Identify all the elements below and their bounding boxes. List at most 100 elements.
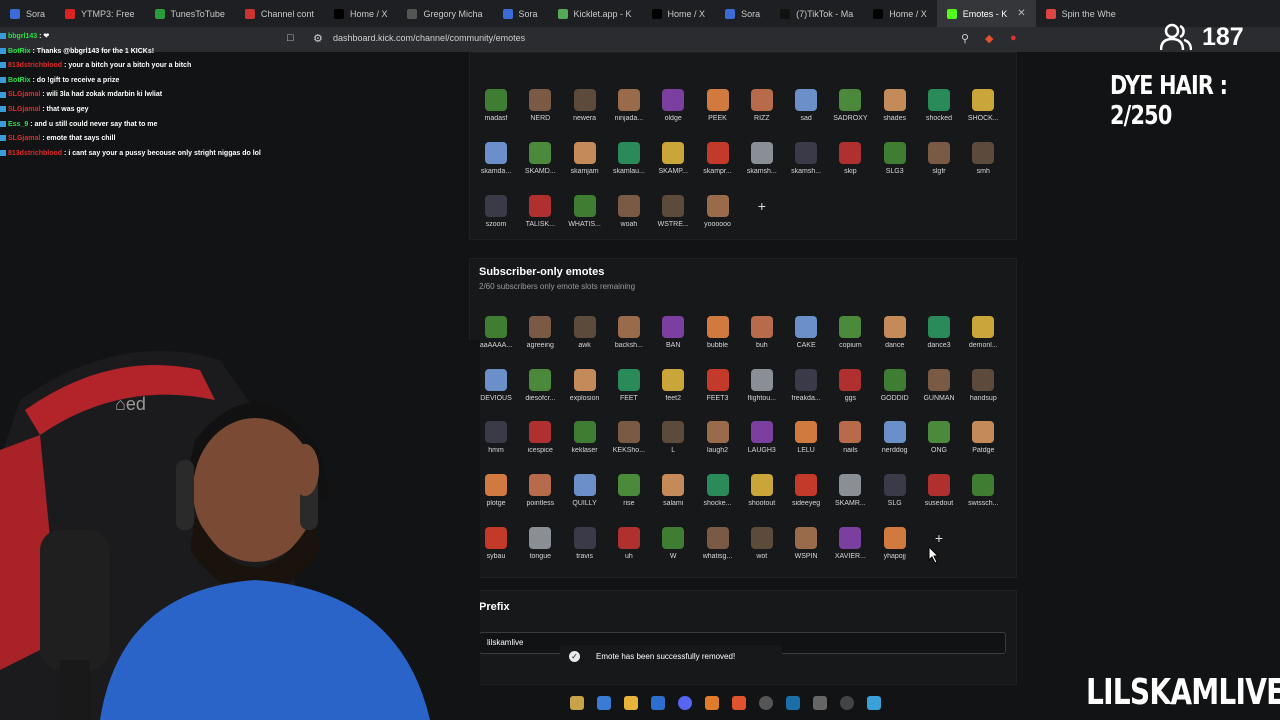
emote-item[interactable]: szoom (474, 195, 518, 228)
emote-item[interactable]: BAN (651, 316, 695, 349)
emote-item[interactable]: wot (740, 526, 784, 560)
emote-item[interactable]: KEKSho... (607, 421, 651, 454)
emote-item[interactable]: WSPIN (784, 526, 828, 560)
emote-item[interactable]: yoooooo (696, 195, 740, 228)
emote-item[interactable]: keklaser (563, 421, 607, 454)
url-field[interactable]: dashboard.kick.com/channel/community/emo… (333, 33, 525, 43)
emote-item[interactable]: travis (563, 526, 607, 560)
emote-item[interactable]: GODDID (873, 368, 917, 402)
app-icon[interactable] (705, 696, 719, 710)
emote-item[interactable]: PEEK (696, 89, 740, 122)
emote-item[interactable]: sybau (474, 526, 518, 560)
browser-tab[interactable]: Sora (493, 0, 548, 27)
emote-item[interactable]: ggs (828, 368, 872, 402)
emote-item[interactable]: buh (740, 316, 784, 349)
emote-item[interactable]: tongue (518, 526, 562, 560)
store-icon[interactable] (651, 696, 665, 710)
emote-item[interactable]: skampr... (696, 142, 740, 175)
keyboard-icon[interactable] (813, 696, 827, 710)
emote-item[interactable]: demonl... (961, 316, 1005, 349)
emote-item[interactable]: diesofcr... (518, 368, 562, 402)
emote-item[interactable]: explosion (563, 368, 607, 402)
site-info-icon[interactable]: ⚙ (313, 32, 323, 45)
emote-item[interactable]: awk (563, 316, 607, 349)
emote-item[interactable]: nerddog (873, 421, 917, 454)
emote-item[interactable]: skip (828, 142, 872, 175)
emote-item[interactable]: Patdge (961, 421, 1005, 454)
emote-item[interactable]: SLG3 (873, 142, 917, 175)
emote-item[interactable]: nails (828, 421, 872, 454)
emote-item[interactable]: salami (651, 474, 695, 507)
emote-item[interactable]: ONG (917, 421, 961, 454)
emote-item[interactable]: shocke... (696, 474, 740, 507)
search-icon[interactable]: ⚲ (961, 32, 969, 45)
browser-tab[interactable]: Home / X (642, 0, 716, 27)
emote-item[interactable]: hmm (474, 421, 518, 454)
emote-item[interactable]: skamlau... (607, 142, 651, 175)
emote-item[interactable]: pointless (518, 474, 562, 507)
media-icon[interactable] (840, 696, 854, 710)
emote-item[interactable]: plotge (474, 474, 518, 507)
emote-item[interactable]: skamsh... (740, 142, 784, 175)
emote-item[interactable]: madasf (474, 89, 518, 122)
emote-item[interactable]: swissch... (961, 474, 1005, 507)
emote-item[interactable]: shocked (917, 89, 961, 122)
emote-item[interactable]: yhapojj (873, 526, 917, 560)
extension-icon[interactable]: ● (1010, 32, 1017, 44)
emote-item[interactable]: bubble (696, 316, 740, 349)
emote-item[interactable]: slgfr (917, 142, 961, 175)
emote-item[interactable]: feet2 (651, 368, 695, 402)
add-emote-button[interactable]: + (751, 195, 773, 217)
emote-item[interactable]: dance3 (917, 316, 961, 349)
emote-item[interactable]: shades (873, 89, 917, 122)
emote-item[interactable]: backsh... (607, 316, 651, 349)
emote-item[interactable]: oldge (651, 89, 695, 122)
emote-item[interactable]: copium (828, 316, 872, 349)
emote-item[interactable]: RIZZ (740, 89, 784, 122)
emote-item[interactable]: skamjam (563, 142, 607, 175)
emote-item[interactable]: WSTRE... (651, 195, 695, 228)
emote-item[interactable]: handsup (961, 368, 1005, 402)
emote-item[interactable]: sideeyeg (784, 474, 828, 507)
browser-tab[interactable]: Sora (0, 0, 55, 27)
emote-item[interactable]: XAVIER... (828, 526, 872, 560)
emote-item[interactable]: QUILLY (563, 474, 607, 507)
notepad-icon[interactable] (867, 696, 881, 710)
emote-item[interactable]: LELU (784, 421, 828, 454)
emote-item[interactable]: W (651, 526, 695, 560)
browser-tab[interactable]: Channel cont (235, 0, 324, 27)
browser-tab[interactable]: Home / X (863, 0, 937, 27)
emote-item[interactable]: SKAMD... (518, 142, 562, 175)
emote-item[interactable]: aaAAAA... (474, 316, 518, 349)
emote-item[interactable]: SKAMP... (651, 142, 695, 175)
emote-item[interactable]: SADROXY (828, 89, 872, 122)
browser-tab[interactable]: Sora (715, 0, 770, 27)
browser-tab[interactable]: Spin the Whe (1036, 0, 1126, 27)
emote-item[interactable]: SKAMR... (828, 474, 872, 507)
emote-item[interactable]: DEVIOUS (474, 368, 518, 402)
close-tab-icon[interactable]: ✕ (1017, 8, 1025, 19)
emote-item[interactable]: sad (784, 89, 828, 122)
emote-item[interactable]: L (651, 421, 695, 454)
browser-tab[interactable]: TunesToTube (145, 0, 235, 27)
emote-item[interactable]: newera (563, 89, 607, 122)
steam-icon[interactable] (786, 696, 800, 710)
emote-item[interactable]: agreeing (518, 316, 562, 349)
brave-shield-icon[interactable]: ◆ (985, 32, 993, 45)
emote-item[interactable]: susedout (917, 474, 961, 507)
browser-tab[interactable]: YTMP3: Free (55, 0, 145, 27)
emote-item[interactable]: SLG (873, 474, 917, 507)
browser-tab[interactable]: Kicklet.app - K (548, 0, 642, 27)
emote-item[interactable]: flightou... (740, 368, 784, 402)
browser-tab[interactable]: Home / X (324, 0, 398, 27)
browser-tab[interactable]: (7)TikTok - Ma (770, 0, 863, 27)
emote-item[interactable]: dance (873, 316, 917, 349)
emote-item[interactable]: smh (961, 142, 1005, 175)
emote-item[interactable]: whatisg... (696, 526, 740, 560)
emote-item[interactable]: shootout (740, 474, 784, 507)
copilot-icon[interactable] (597, 696, 611, 710)
browser-tab[interactable]: Emotes - K ✕ (936, 0, 1036, 27)
emote-item[interactable]: TALISK... (518, 195, 562, 228)
emote-item[interactable]: rise (607, 474, 651, 507)
emote-item[interactable]: freakda... (784, 368, 828, 402)
